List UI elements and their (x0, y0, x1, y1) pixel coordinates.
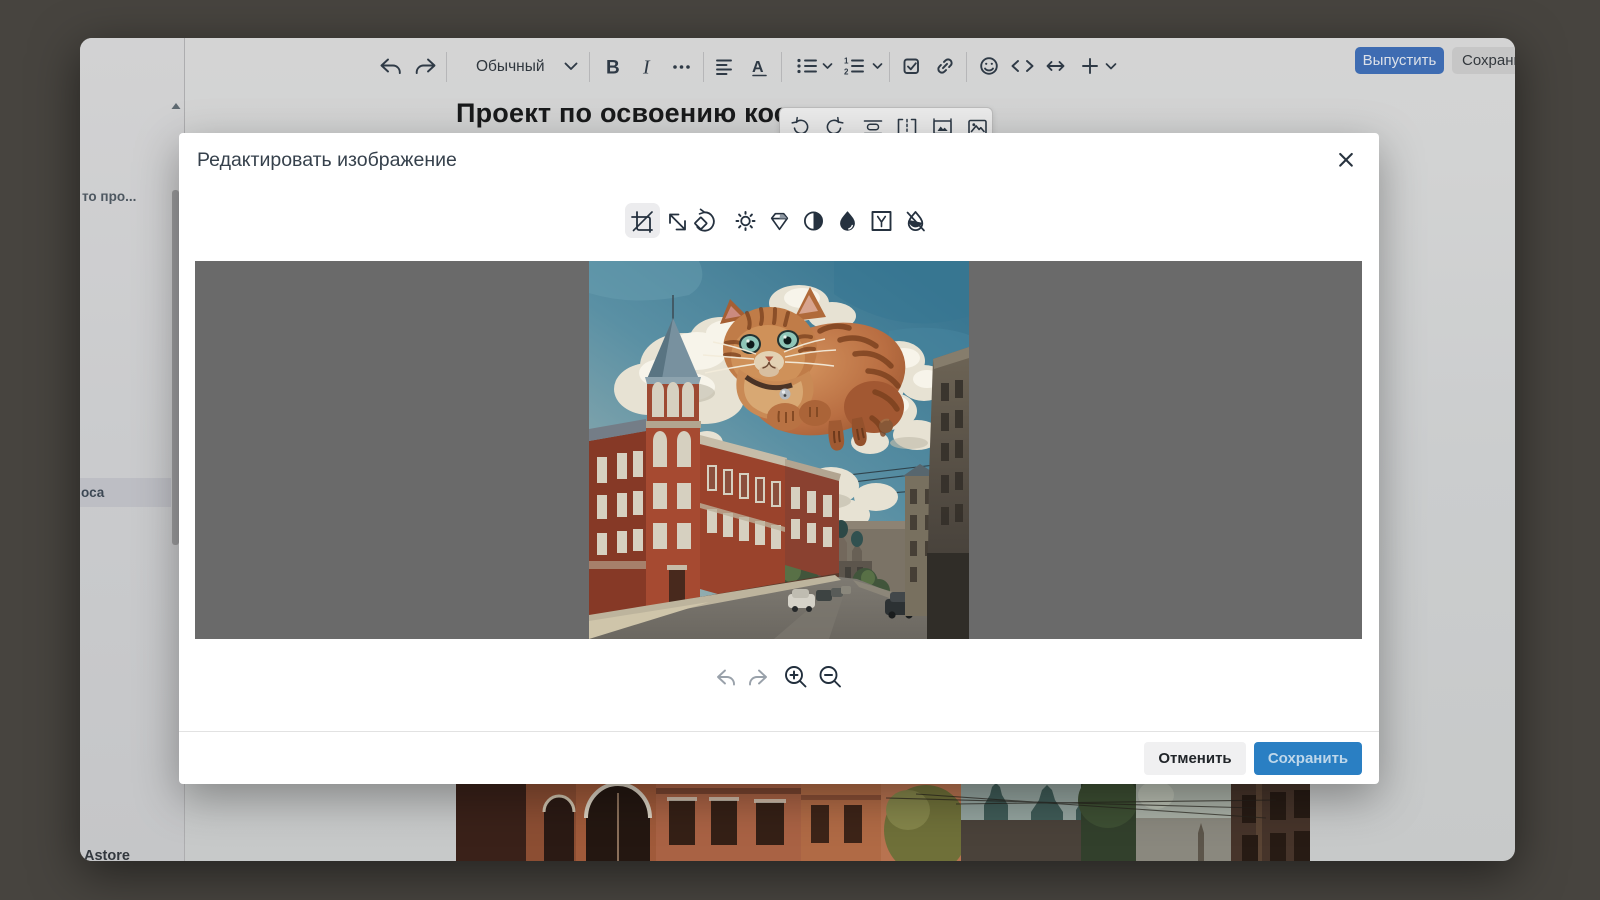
svg-text:I: I (642, 57, 651, 79)
svg-text:B: B (606, 58, 620, 79)
svg-text:A: A (752, 59, 764, 76)
svg-text:1: 1 (844, 57, 849, 66)
svg-text:2: 2 (844, 68, 849, 77)
